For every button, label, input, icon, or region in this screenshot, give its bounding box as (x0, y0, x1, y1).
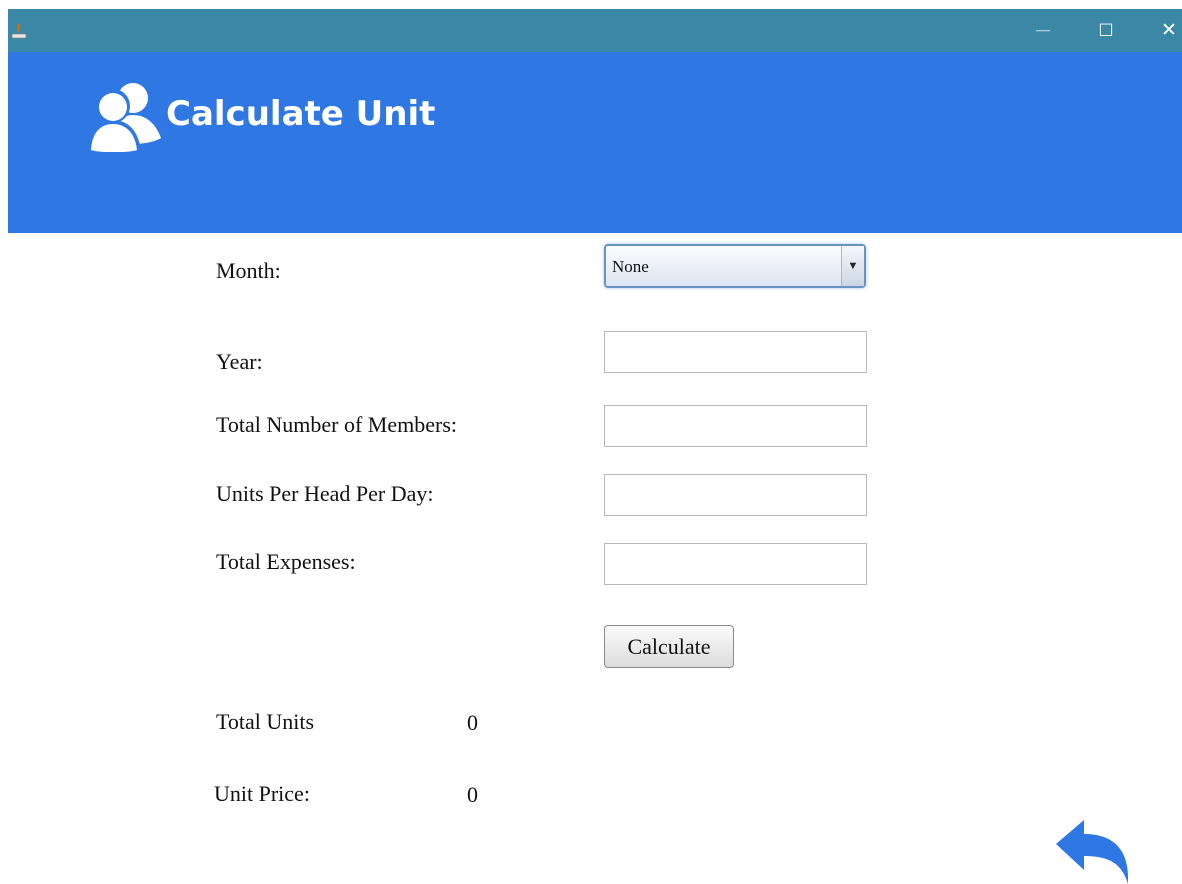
minimize-icon: — (1036, 22, 1050, 38)
page-title: Calculate Unit (166, 94, 436, 134)
users-icon (87, 83, 161, 152)
close-icon: ✕ (1161, 20, 1177, 41)
units-per-head-field[interactable] (604, 474, 867, 516)
total-units-value: 0 (467, 710, 478, 735)
members-label: Total Number of Members: (216, 412, 458, 437)
expenses-field[interactable] (604, 543, 867, 585)
total-units-label: Total Units (216, 709, 315, 734)
year-field[interactable] (604, 331, 867, 373)
maximize-icon: ☐ (1098, 20, 1114, 40)
maximize-button[interactable]: ☐ (1083, 9, 1129, 52)
expenses-label: Total Expenses: (216, 549, 356, 574)
units-per-head-label: Units Per Head Per Day: (216, 481, 434, 506)
calculate-button[interactable]: Calculate (604, 625, 734, 668)
year-label: Year: (216, 349, 263, 374)
month-select[interactable]: None ▼ (604, 244, 866, 288)
dropdown-arrow-icon[interactable]: ▼ (841, 246, 864, 286)
month-label: Month: (216, 258, 281, 283)
back-arrow-icon[interactable] (1054, 818, 1134, 884)
unit-price-label: Unit Price: (214, 781, 310, 806)
close-button[interactable]: ✕ (1146, 9, 1182, 52)
window-title-bar: — ☐ ✕ (8, 9, 1182, 52)
members-field[interactable] (604, 405, 867, 447)
month-selected-value: None (612, 257, 649, 276)
java-icon (11, 23, 27, 39)
page-header (8, 52, 1182, 233)
unit-price-value: 0 (467, 782, 478, 807)
minimize-button[interactable]: — (1020, 9, 1066, 52)
